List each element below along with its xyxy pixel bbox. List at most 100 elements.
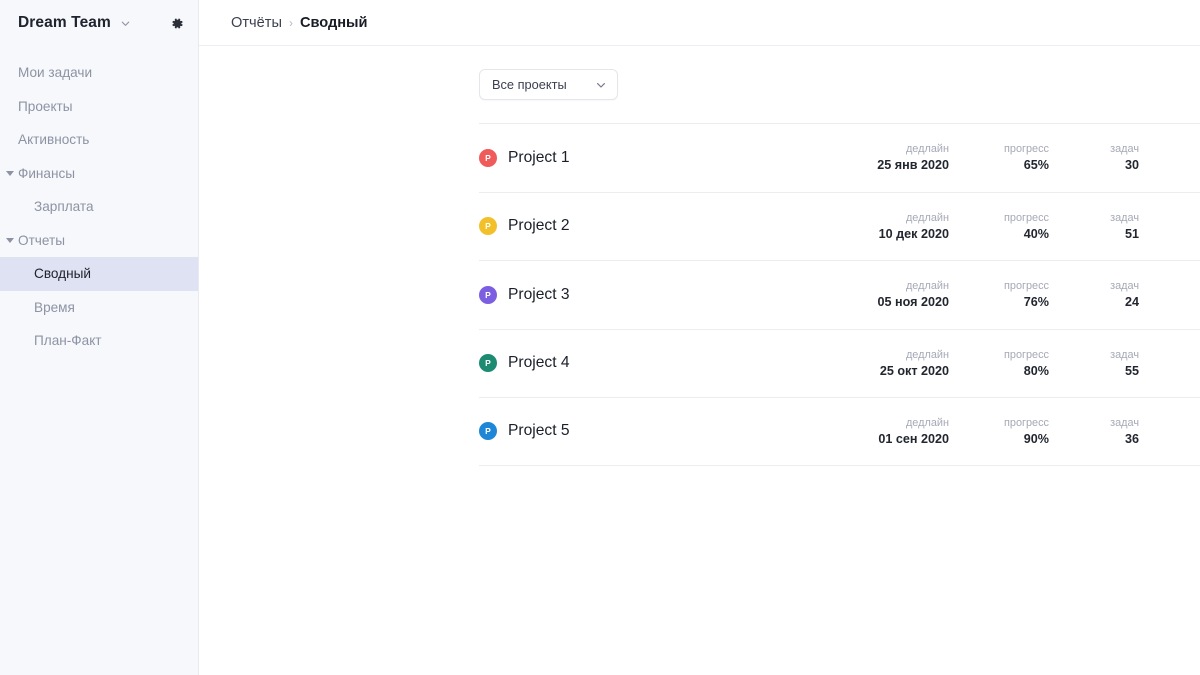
column-label: задач bbox=[1049, 415, 1139, 431]
sidebar-item-time[interactable]: Время bbox=[0, 291, 198, 325]
project-badge-icon: P bbox=[479, 422, 497, 440]
content: Все проекты P bbox=[199, 46, 1200, 466]
deadline-value: 10 дек 2020 bbox=[779, 226, 949, 243]
progress-value: 90% bbox=[949, 431, 1049, 448]
project-name: Project 2 bbox=[508, 217, 570, 235]
sidebar-header: Dream Team bbox=[0, 0, 198, 46]
sidebar-item-label: Время bbox=[34, 300, 75, 315]
metrics: дедлайн 10 дек 2020 прогресс 40% задач 5… bbox=[779, 210, 1200, 243]
sidebar-group-reports[interactable]: Отчеты bbox=[0, 224, 198, 258]
deadline-cell: дедлайн 25 янв 2020 bbox=[779, 141, 949, 174]
sidebar-item-summary[interactable]: Сводный bbox=[0, 257, 198, 291]
tasks-cell: задач 55 bbox=[1049, 347, 1139, 380]
table-row[interactable]: P Project 3 дедлайн 05 ноя 2020 прогресс… bbox=[479, 260, 1200, 329]
table-row[interactable]: P Project 2 дедлайн 10 дек 2020 прогресс… bbox=[479, 192, 1200, 261]
column-label: просроченные bbox=[1139, 278, 1200, 294]
overdue-cell: просроченные 0 bbox=[1139, 141, 1200, 174]
sidebar-item-label: Мои задачи bbox=[18, 65, 92, 80]
column-label: задач bbox=[1049, 210, 1139, 226]
progress-value: 40% bbox=[949, 226, 1049, 243]
deadline-value: 05 ноя 2020 bbox=[779, 294, 949, 311]
deadline-value: 01 сен 2020 bbox=[779, 431, 949, 448]
table-row[interactable]: P Project 4 дедлайн 25 окт 2020 прогресс… bbox=[479, 329, 1200, 398]
overdue-value: 4 bbox=[1139, 431, 1200, 448]
deadline-cell: дедлайн 25 окт 2020 bbox=[779, 347, 949, 380]
breadcrumb-separator: › bbox=[289, 16, 293, 30]
progress-cell: прогресс 80% bbox=[949, 347, 1049, 380]
overdue-value: 5 bbox=[1139, 226, 1200, 243]
project-name: Project 1 bbox=[508, 149, 570, 167]
deadline-cell: дедлайн 10 дек 2020 bbox=[779, 210, 949, 243]
progress-cell: прогресс 76% bbox=[949, 278, 1049, 311]
progress-cell: прогресс 65% bbox=[949, 141, 1049, 174]
sidebar-item-label: Активность bbox=[18, 132, 89, 147]
deadline-value: 25 янв 2020 bbox=[779, 157, 949, 174]
overdue-cell: просроченные 5 bbox=[1139, 210, 1200, 243]
triangle-down-icon bbox=[6, 238, 14, 243]
tasks-value: 24 bbox=[1049, 294, 1139, 311]
tasks-value: 36 bbox=[1049, 431, 1139, 448]
progress-value: 80% bbox=[949, 363, 1049, 380]
app-root: Dream Team Мои задачи Проекты Активность bbox=[0, 0, 1200, 675]
sidebar-item-label: Зарплата bbox=[34, 199, 94, 214]
progress-value: 65% bbox=[949, 157, 1049, 174]
project-filter-value: Все проекты bbox=[492, 77, 567, 92]
column-label: задач bbox=[1049, 347, 1139, 363]
chevron-down-icon[interactable] bbox=[120, 18, 131, 29]
sidebar-item-activity[interactable]: Активность bbox=[0, 123, 198, 157]
project-badge-icon: P bbox=[479, 217, 497, 235]
progress-cell: прогресс 40% bbox=[949, 210, 1049, 243]
sidebar-item-label: План-Факт bbox=[34, 333, 102, 348]
tasks-cell: задач 30 bbox=[1049, 141, 1139, 174]
chevron-down-icon bbox=[595, 79, 607, 91]
breadcrumb-current: Сводный bbox=[300, 15, 368, 31]
sidebar-item-my-tasks[interactable]: Мои задачи bbox=[0, 56, 198, 90]
sidebar: Dream Team Мои задачи Проекты Активность bbox=[0, 0, 199, 675]
overdue-value: 3 bbox=[1139, 294, 1200, 311]
top-bar: Отчёты › Сводный +5 bbox=[199, 0, 1200, 46]
triangle-down-icon bbox=[6, 171, 14, 176]
sidebar-nav: Мои задачи Проекты Активность Финансы За… bbox=[0, 46, 198, 358]
column-label: задач bbox=[1049, 278, 1139, 294]
sidebar-item-label: Сводный bbox=[34, 266, 91, 281]
project-badge-icon: P bbox=[479, 354, 497, 372]
sidebar-item-plan-fact[interactable]: План-Факт bbox=[0, 324, 198, 358]
deadline-cell: дедлайн 01 сен 2020 bbox=[779, 415, 949, 448]
column-label: дедлайн bbox=[779, 347, 949, 363]
metrics: дедлайн 25 янв 2020 прогресс 65% задач 3… bbox=[779, 141, 1200, 174]
sidebar-group-finance[interactable]: Финансы bbox=[0, 157, 198, 191]
column-label: дедлайн bbox=[779, 141, 949, 157]
progress-value: 76% bbox=[949, 294, 1049, 311]
tasks-value: 51 bbox=[1049, 226, 1139, 243]
overdue-value: 0 bbox=[1139, 157, 1200, 174]
column-label: задач bbox=[1049, 141, 1139, 157]
column-label: прогресс bbox=[949, 141, 1049, 157]
deadline-value: 25 окт 2020 bbox=[779, 363, 949, 380]
column-label: прогресс bbox=[949, 210, 1049, 226]
tasks-cell: задач 51 bbox=[1049, 210, 1139, 243]
project-badge-icon: P bbox=[479, 286, 497, 304]
overdue-cell: просроченные 2 bbox=[1139, 347, 1200, 380]
gear-icon[interactable] bbox=[171, 17, 184, 30]
breadcrumb-parent[interactable]: Отчёты bbox=[231, 15, 282, 31]
tasks-value: 55 bbox=[1049, 363, 1139, 380]
column-label: дедлайн bbox=[779, 278, 949, 294]
overdue-value: 2 bbox=[1139, 363, 1200, 380]
column-label: дедлайн bbox=[779, 415, 949, 431]
column-label: прогресс bbox=[949, 278, 1049, 294]
tasks-cell: задач 24 bbox=[1049, 278, 1139, 311]
metrics: дедлайн 25 окт 2020 прогресс 80% задач 5… bbox=[779, 347, 1200, 380]
table-row[interactable]: P Project 1 дедлайн 25 янв 2020 прогресс… bbox=[479, 123, 1200, 192]
project-cell: P Project 4 bbox=[479, 354, 779, 372]
project-cell: P Project 5 bbox=[479, 422, 779, 440]
team-name: Dream Team bbox=[18, 14, 111, 32]
metrics: дедлайн 05 ноя 2020 прогресс 76% задач 2… bbox=[779, 278, 1200, 311]
project-name: Project 5 bbox=[508, 422, 570, 440]
project-filter-select[interactable]: Все проекты bbox=[479, 69, 618, 100]
sidebar-item-projects[interactable]: Проекты bbox=[0, 90, 198, 124]
sidebar-item-salary[interactable]: Зарплата bbox=[0, 190, 198, 224]
overdue-cell: просроченные 3 bbox=[1139, 278, 1200, 311]
progress-cell: прогресс 90% bbox=[949, 415, 1049, 448]
column-label: просроченные bbox=[1139, 347, 1200, 363]
table-row[interactable]: P Project 5 дедлайн 01 сен 2020 прогресс… bbox=[479, 397, 1200, 466]
